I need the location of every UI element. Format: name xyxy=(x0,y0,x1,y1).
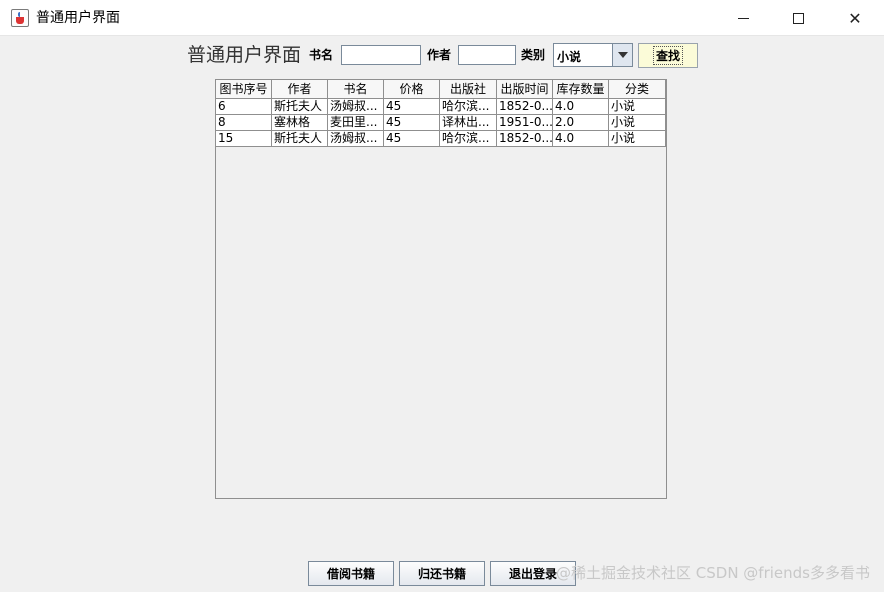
table-cell: 汤姆叔... xyxy=(328,131,384,146)
java-icon xyxy=(11,9,29,27)
close-button[interactable]: ✕ xyxy=(832,0,878,36)
table-cell: 1852-0... xyxy=(499,131,553,146)
column-header[interactable]: 价格 xyxy=(384,80,440,99)
search-bar: 普通用户界面 书名 作者 类别 小说 查找 xyxy=(0,42,884,68)
search-button[interactable]: 查找 xyxy=(638,43,698,68)
column-header[interactable]: 作者 xyxy=(272,80,328,99)
column-header[interactable]: 分类 xyxy=(609,80,666,99)
chevron-down-icon xyxy=(617,52,628,58)
window-titlebar: 普通用户界面 ✕ xyxy=(0,0,884,36)
title-label: 书名 xyxy=(309,48,334,62)
borrow-books-button[interactable]: 借阅书籍 xyxy=(308,561,394,586)
maximize-button[interactable] xyxy=(775,0,821,36)
table-cell: 麦田里... xyxy=(328,115,384,130)
column-header[interactable]: 库存数量 xyxy=(553,80,609,99)
table-cell: 小说 xyxy=(609,115,666,130)
table-header: 图书序号 作者 书名 价格 出版社 出版时间 库存数量 分类 xyxy=(216,80,666,99)
table-cell: 45 xyxy=(384,115,440,130)
table-cell: 1951-0... xyxy=(499,115,553,130)
table-cell: 2.0 xyxy=(553,115,609,130)
column-header[interactable]: 书名 xyxy=(328,80,384,99)
maximize-icon xyxy=(792,12,804,24)
table-row[interactable]: 8 塞林格 麦田里... 45 译林出... 1951-0... 2.0 小说 xyxy=(216,115,666,131)
category-selected-value: 小说 xyxy=(557,50,582,64)
window-title: 普通用户界面 xyxy=(36,10,120,26)
table-cell: 1852-0... xyxy=(499,99,553,114)
table-cell: 斯托夫人 xyxy=(272,99,328,114)
return-books-button[interactable]: 归还书籍 xyxy=(399,561,485,586)
table-cell: 小说 xyxy=(609,131,666,146)
table-row[interactable]: 15 斯托夫人 汤姆叔... 45 哈尔滨... 1852-0... 4.0 小… xyxy=(216,131,666,147)
books-table[interactable]: 图书序号 作者 书名 价格 出版社 出版时间 库存数量 分类 6 斯托夫人 汤姆… xyxy=(215,79,667,499)
table-cell: 哈尔滨... xyxy=(440,131,497,146)
page-heading: 普通用户界面 xyxy=(187,44,302,66)
category-dropdown-button[interactable] xyxy=(612,44,632,66)
table-cell: 哈尔滨... xyxy=(440,99,497,114)
table-cell: 45 xyxy=(384,131,440,146)
column-header[interactable]: 出版社 xyxy=(440,80,497,99)
author-label: 作者 xyxy=(427,48,452,62)
table-cell: 斯托夫人 xyxy=(272,131,328,146)
table-cell: 4.0 xyxy=(553,131,609,146)
title-input[interactable] xyxy=(341,45,421,65)
table-cell: 汤姆叔... xyxy=(328,99,384,114)
close-icon: ✕ xyxy=(848,8,862,28)
table-cell: 4.0 xyxy=(553,99,609,114)
minimize-button[interactable] xyxy=(720,0,766,36)
minimize-icon xyxy=(737,17,749,19)
table-cell: 译林出... xyxy=(440,115,497,130)
column-header[interactable]: 图书序号 xyxy=(216,80,272,99)
table-cell: 45 xyxy=(384,99,440,114)
search-button-label: 查找 xyxy=(652,46,683,65)
category-label: 类别 xyxy=(521,48,546,62)
table-cell: 15 xyxy=(216,131,272,146)
table-row[interactable]: 6 斯托夫人 汤姆叔... 45 哈尔滨... 1852-0... 4.0 小说 xyxy=(216,99,666,115)
author-input[interactable] xyxy=(458,45,516,65)
table-cell: 8 xyxy=(216,115,272,130)
watermark: @稀土掘金技术社区 CSDN @friends多多看书 xyxy=(556,564,870,582)
column-header[interactable]: 出版时间 xyxy=(497,80,553,99)
table-cell: 塞林格 xyxy=(272,115,328,130)
table-cell: 6 xyxy=(216,99,272,114)
table-cell: 小说 xyxy=(609,99,666,114)
category-select[interactable]: 小说 xyxy=(553,43,633,67)
